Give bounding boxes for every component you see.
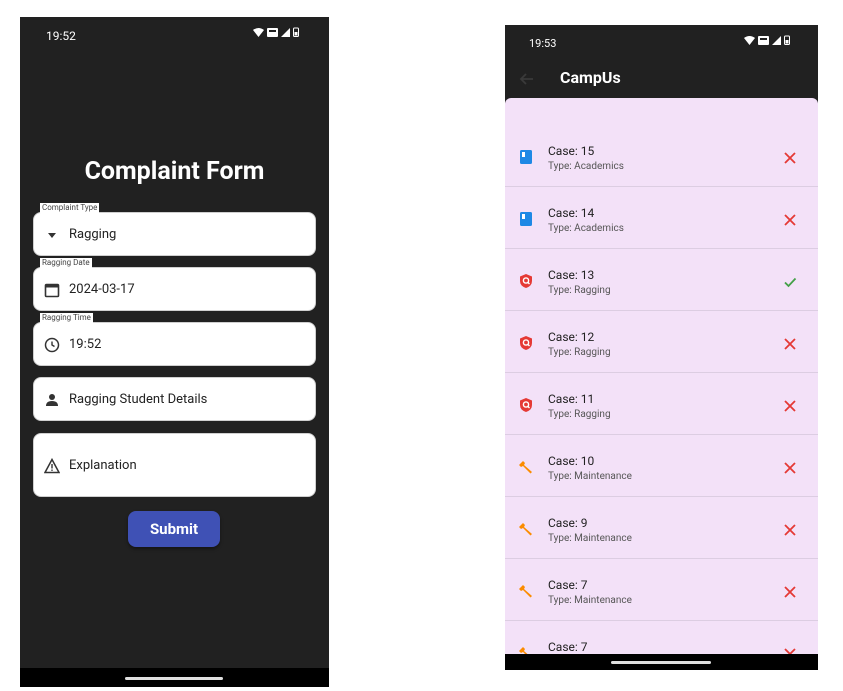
warning-icon (44, 458, 60, 474)
case-type: Type: Ragging (548, 347, 611, 358)
back-arrow-icon[interactable] (519, 71, 535, 87)
case-number: Case: 7 (548, 640, 588, 654)
list-item[interactable]: Case: 7 Type: Maintenance (505, 559, 818, 621)
student-details-input[interactable]: Ragging Student Details (33, 377, 316, 421)
book-icon (520, 212, 532, 226)
close-icon[interactable] (783, 585, 797, 599)
check-icon[interactable] (783, 275, 797, 289)
book-icon (520, 150, 532, 164)
person-icon (46, 394, 58, 406)
close-icon[interactable] (783, 461, 797, 475)
signal-icon (772, 35, 781, 45)
field-label: Complaint Type (40, 203, 100, 213)
list-item[interactable]: Case: 12 Type: Ragging (505, 311, 818, 373)
case-number: Case: 9 (548, 516, 588, 530)
list-item[interactable]: Case: 14 Type: Academics (505, 187, 818, 249)
notification-icon (267, 27, 278, 37)
case-number: Case: 15 (548, 144, 595, 158)
close-icon[interactable] (783, 151, 797, 165)
case-number: Case: 14 (548, 206, 595, 220)
list-item[interactable]: Case: 11 Type: Ragging (505, 373, 818, 435)
field-value: Ragging (69, 227, 117, 242)
wrench-icon (519, 461, 532, 474)
shield-icon (520, 274, 532, 288)
field-placeholder: Ragging Student Details (69, 392, 208, 407)
status-time: 19:53 (529, 37, 557, 50)
system-icons (744, 35, 790, 45)
case-number: Case: 10 (548, 454, 595, 468)
case-list: Case: 15 Type: Academics Case: 14 Type: … (505, 98, 818, 654)
list-item[interactable]: Case: 7 (505, 621, 818, 654)
wrench-icon (519, 585, 532, 598)
shield-icon (520, 398, 532, 412)
ragging-date-field[interactable]: Ragging Date 2024-03-17 (33, 258, 316, 311)
navigation-bar (20, 668, 329, 687)
list-item[interactable]: Case: 10 Type: Maintenance (505, 435, 818, 497)
submit-button[interactable]: Submit (128, 511, 220, 547)
wrench-icon (519, 523, 532, 536)
case-number: Case: 12 (548, 330, 595, 344)
case-number: Case: 11 (548, 392, 595, 406)
system-icons (253, 27, 299, 37)
wifi-icon (744, 35, 755, 45)
battery-icon (293, 27, 299, 37)
clock-icon (44, 337, 60, 353)
complaint-type-dropdown[interactable]: Complaint Type Ragging (33, 203, 316, 256)
list-item[interactable]: Case: 13 Type: Ragging (505, 249, 818, 311)
case-number: Case: 13 (548, 268, 595, 282)
app-bar: CampUs (505, 61, 818, 99)
battery-icon (784, 35, 790, 45)
dropdown-arrow-icon (48, 233, 56, 238)
app-title: CampUs (560, 68, 621, 87)
close-icon[interactable] (783, 213, 797, 227)
notification-icon (758, 35, 769, 45)
home-gesture-handle[interactable] (611, 661, 711, 664)
field-value: 2024-03-17 (69, 282, 135, 297)
wrench-icon (519, 647, 528, 654)
close-icon[interactable] (783, 647, 797, 654)
status-bar: 19:52 (20, 17, 329, 53)
home-gesture-handle[interactable] (125, 677, 223, 680)
field-placeholder: Explanation (69, 458, 137, 473)
status-bar: 19:53 (505, 25, 818, 53)
list-item[interactable]: Case: 9 Type: Maintenance (505, 497, 818, 559)
close-icon[interactable] (783, 523, 797, 537)
list-item[interactable]: Case: 15 Type: Academics (505, 125, 818, 187)
navigation-bar (505, 654, 818, 670)
close-icon[interactable] (783, 399, 797, 413)
case-type: Type: Maintenance (548, 471, 632, 482)
calendar-icon (44, 283, 60, 298)
case-type: Type: Ragging (548, 285, 611, 296)
case-number: Case: 7 (548, 578, 588, 592)
close-icon[interactable] (783, 337, 797, 351)
shield-icon (520, 336, 532, 350)
case-list-screen: 19:53 CampUs Case: 15 Type: Academics Ca… (505, 25, 818, 670)
complaint-form-screen: 19:52 Complaint Form Complaint Type Ragg… (20, 17, 329, 687)
case-type: Type: Academics (548, 223, 624, 234)
signal-icon (281, 27, 290, 37)
field-value: 19:52 (69, 337, 102, 352)
wifi-icon (253, 27, 264, 37)
case-type: Type: Maintenance (548, 533, 632, 544)
page-title: Complaint Form (84, 157, 265, 186)
case-type: Type: Ragging (548, 409, 611, 420)
case-type: Type: Maintenance (548, 595, 632, 606)
status-time: 19:52 (46, 29, 76, 43)
case-type: Type: Academics (548, 161, 624, 172)
field-label: Ragging Date (40, 258, 92, 268)
field-label: Ragging Time (40, 313, 93, 323)
explanation-input[interactable]: Explanation (33, 433, 316, 497)
ragging-time-field[interactable]: Ragging Time 19:52 (33, 313, 316, 366)
